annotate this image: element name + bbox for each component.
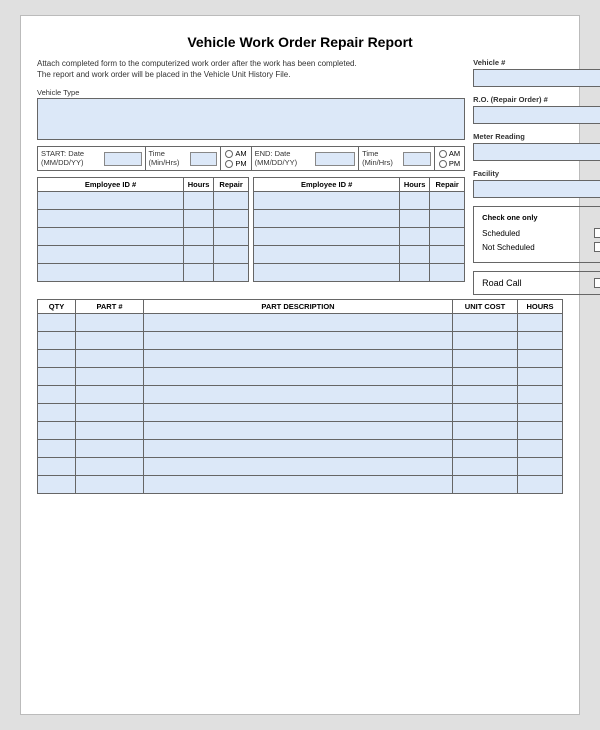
- end-pm-radio[interactable]: PM: [439, 159, 460, 168]
- emp-hours-col-left: Hours: [184, 178, 214, 192]
- emp-hours-col-right: Hours: [400, 178, 430, 192]
- start-time-cell: Time (Min/Hrs): [146, 147, 222, 170]
- parts-table: QTY PART # PART DESCRIPTION UNIT COST HO…: [37, 299, 563, 494]
- ro-field: R.O. (Repair Order) #: [473, 95, 600, 124]
- end-time-input[interactable]: [403, 152, 431, 166]
- table-row[interactable]: [38, 404, 563, 422]
- instructions: Attach completed form to the computerize…: [37, 58, 465, 80]
- start-time-input[interactable]: [190, 152, 218, 166]
- unit-cost-col: UNIT COST: [453, 300, 518, 314]
- table-row[interactable]: [254, 264, 465, 282]
- table-row[interactable]: [38, 332, 563, 350]
- start-date-cell: START: Date (MM/DD/YY): [38, 147, 146, 170]
- facility-input[interactable]: [473, 180, 600, 198]
- right-column: Vehicle # R.O. (Repair Order) # Meter Re…: [473, 58, 600, 295]
- road-call-section: Road Call: [473, 271, 600, 295]
- table-row[interactable]: [38, 228, 249, 246]
- end-am-radio[interactable]: AM: [439, 149, 460, 158]
- hours-col: HOURS: [518, 300, 563, 314]
- end-ampm-cell: AM PM: [435, 147, 464, 170]
- start-am-radio[interactable]: AM: [225, 149, 246, 158]
- emp-repair-col-left: Repair: [214, 178, 249, 192]
- not-scheduled-item: Not Scheduled: [482, 242, 600, 252]
- meter-field: Meter Reading: [473, 132, 600, 161]
- end-date-input[interactable]: [315, 152, 355, 166]
- vehicle-num-field: Vehicle #: [473, 58, 600, 87]
- table-row[interactable]: [38, 386, 563, 404]
- vehicle-type-label: Vehicle Type: [37, 88, 465, 97]
- parts-section: QTY PART # PART DESCRIPTION UNIT COST HO…: [37, 299, 563, 494]
- scheduled-item: Scheduled: [482, 228, 600, 238]
- datetime-row: START: Date (MM/DD/YY) Time (Min/Hrs) AM: [37, 146, 465, 171]
- not-scheduled-checkbox[interactable]: [594, 242, 600, 252]
- table-row[interactable]: [38, 458, 563, 476]
- table-row[interactable]: [38, 368, 563, 386]
- end-time-cell: Time (Min/Hrs): [359, 147, 435, 170]
- road-call-checkbox[interactable]: [594, 278, 600, 288]
- left-column: Attach completed form to the computerize…: [37, 58, 465, 295]
- road-call-label: Road Call: [482, 278, 522, 288]
- table-row[interactable]: [38, 192, 249, 210]
- table-row[interactable]: [38, 476, 563, 494]
- desc-col: PART DESCRIPTION: [144, 300, 453, 314]
- table-row[interactable]: [38, 440, 563, 458]
- table-row[interactable]: [38, 422, 563, 440]
- table-row[interactable]: [38, 210, 249, 228]
- emp-repair-col-right: Repair: [430, 178, 465, 192]
- scheduled-checkbox[interactable]: [594, 228, 600, 238]
- emp-id-col-left: Employee ID #: [38, 178, 184, 192]
- start-date-input[interactable]: [104, 152, 142, 166]
- end-date-cell: END: Date (MM/DD/YY): [252, 147, 360, 170]
- table-row[interactable]: [38, 246, 249, 264]
- vehicle-num-input[interactable]: [473, 69, 600, 87]
- start-ampm-cell: AM PM: [221, 147, 251, 170]
- table-row[interactable]: [38, 264, 249, 282]
- meter-input[interactable]: [473, 143, 600, 161]
- qty-col: QTY: [38, 300, 76, 314]
- employee-table-left: Employee ID # Hours Repair: [37, 177, 249, 282]
- table-row[interactable]: [254, 210, 465, 228]
- table-row[interactable]: [38, 350, 563, 368]
- facility-field: Facility: [473, 169, 600, 198]
- employee-table-right: Employee ID # Hours Repair: [253, 177, 465, 282]
- table-row[interactable]: [254, 228, 465, 246]
- part-col: PART #: [76, 300, 144, 314]
- employee-section: Employee ID # Hours Repair: [37, 177, 465, 282]
- ro-input[interactable]: [473, 106, 600, 124]
- table-row[interactable]: [254, 192, 465, 210]
- page-title: Vehicle Work Order Repair Report: [37, 34, 563, 50]
- table-row[interactable]: [38, 314, 563, 332]
- page: Vehicle Work Order Repair Report Attach …: [20, 15, 580, 715]
- start-pm-radio[interactable]: PM: [225, 159, 246, 168]
- table-row[interactable]: [254, 246, 465, 264]
- vehicle-type-input[interactable]: [37, 98, 465, 140]
- emp-id-col-right: Employee ID #: [254, 178, 400, 192]
- check-one-section: Check one only Scheduled Not Scheduled: [473, 206, 600, 263]
